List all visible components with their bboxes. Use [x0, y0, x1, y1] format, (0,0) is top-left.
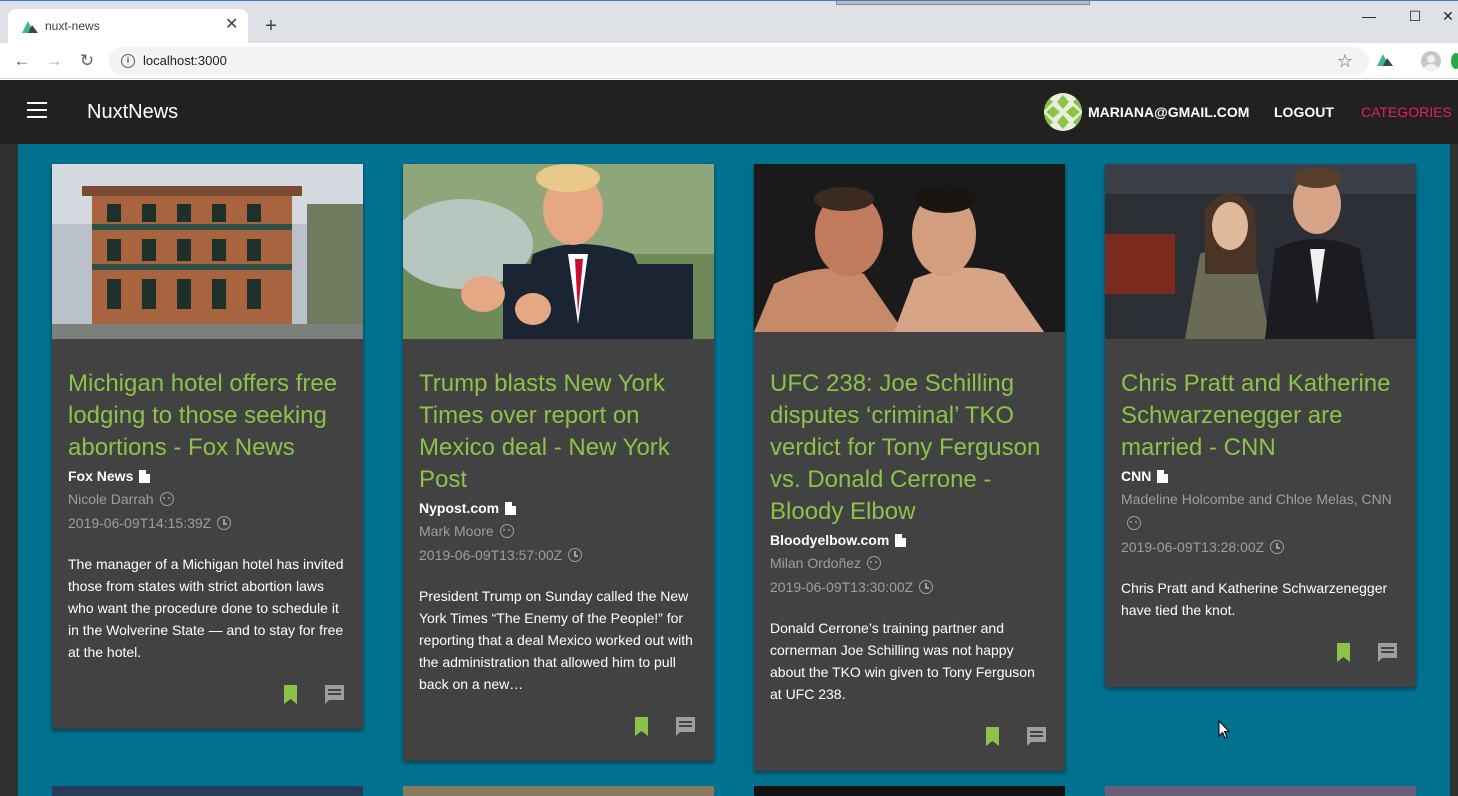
card-actions [403, 695, 714, 761]
article-author: Mark Moore [419, 519, 698, 543]
card-actions [1105, 621, 1416, 687]
article-image-trump[interactable] [393, 164, 714, 339]
user-avatar[interactable] [1044, 93, 1082, 131]
document-icon [1157, 469, 1169, 483]
menu-icon[interactable] [27, 102, 47, 122]
tab-title: nuxt-news [45, 19, 100, 33]
article-description: Donald Cerrone’s training partner and co… [770, 620, 1035, 702]
article-source-text: CNN [1121, 468, 1152, 484]
article-title[interactable]: Chris Pratt and Katherine Schwarzenegger… [1121, 368, 1400, 464]
article-date-text: 2019-06-09T14:15:39Z [68, 515, 212, 531]
article-date: 2019-06-09T14:15:39Z [68, 511, 347, 535]
comment-icon[interactable] [1377, 643, 1398, 663]
bookmark-icon[interactable] [634, 717, 649, 736]
article-date-text: 2019-06-09T13:28:00Z [1121, 539, 1265, 555]
article-source: Fox News [68, 465, 347, 487]
article-image-ufc[interactable] [754, 164, 1065, 339]
user-email[interactable]: MARIANA@GMAIL.COM [1088, 104, 1249, 120]
article-card[interactable]: Michigan hotel offers free lodging to th… [52, 164, 363, 729]
bookmark-icon[interactable] [283, 685, 298, 704]
app-toolbar: NuxtNews MARIANA@GMAIL.COM LOGOUT CATEGO… [0, 80, 1458, 144]
article-card[interactable]: Chris Pratt and Katherine Schwarzenegger… [1105, 164, 1416, 687]
article-card-next-row[interactable] [403, 786, 714, 796]
article-description: Chris Pratt and Katherine Schwarzenegger… [1121, 580, 1388, 618]
window-close-icon[interactable]: ✕ [1438, 6, 1458, 26]
maximize-icon[interactable]: ☐ [1405, 6, 1425, 26]
bookmark-icon[interactable] [985, 727, 1000, 746]
comment-icon[interactable] [324, 685, 345, 705]
site-info-icon[interactable]: i [121, 54, 135, 68]
article-date-text: 2019-06-09T13:57:00Z [419, 547, 563, 563]
tab-close-icon[interactable]: ✕ [225, 15, 238, 35]
app-title: NuxtNews [87, 101, 179, 123]
card-actions [52, 663, 363, 729]
comment-icon[interactable] [675, 717, 696, 737]
address-bar[interactable]: i localhost:3000 ☆ [109, 47, 1369, 75]
mouse-cursor-icon [1218, 720, 1230, 739]
article-title[interactable]: UFC 238: Joe Schilling disputes ‘crimina… [770, 368, 1049, 528]
document-icon [139, 469, 151, 483]
face-icon [1127, 516, 1141, 531]
document-icon [895, 533, 907, 547]
article-author: Milan Ordoñez [770, 551, 1049, 575]
article-date: 2019-06-09T13:28:00Z [1121, 535, 1400, 559]
bookmark-icon[interactable] [1336, 643, 1351, 662]
article-image-hotel[interactable] [52, 164, 363, 339]
article-card-next-row[interactable] [52, 786, 363, 796]
article-date: 2019-06-09T13:57:00Z [419, 543, 698, 567]
back-arrow-icon[interactable]: ← [10, 49, 34, 73]
article-date-text: 2019-06-09T13:30:00Z [770, 579, 914, 595]
face-icon [159, 492, 174, 507]
article-author: Nicole Darrah [68, 487, 347, 511]
article-card[interactable]: Trump blasts New York Times over report … [393, 164, 714, 761]
article-source-text: Nypost.com [419, 500, 500, 516]
browser-tab[interactable]: nuxt-news ✕ [8, 9, 248, 44]
alarm-clock-icon [919, 580, 934, 595]
comment-icon[interactable] [1026, 727, 1047, 747]
browser-menu-icon[interactable] [1451, 53, 1458, 69]
article-card-next-row[interactable] [754, 786, 1065, 796]
nuxt-extension-icon[interactable] [1377, 53, 1393, 67]
article-source-text: Bloodyelbow.com [770, 532, 890, 548]
bookmark-star-icon[interactable]: ☆ [1337, 50, 1353, 72]
article-title[interactable]: Michigan hotel offers free lodging to th… [68, 368, 347, 464]
article-image-premiere[interactable] [1105, 164, 1416, 339]
face-icon [499, 524, 514, 539]
alarm-clock-icon [217, 516, 232, 531]
tab-preview-strip [836, 1, 1090, 5]
browser-toolbar: ← → ↻ i localhost:3000 ☆ [0, 43, 1458, 79]
article-author: Madeline Holcombe and Chloe Melas, CNN [1121, 487, 1400, 535]
article-source: CNN [1121, 465, 1400, 487]
forward-arrow-icon[interactable]: → [42, 49, 66, 73]
article-card-next-row[interactable] [1105, 786, 1416, 796]
article-source: Nypost.com [419, 497, 698, 519]
article-date: 2019-06-09T13:30:00Z [770, 575, 1049, 599]
categories-button[interactable]: CATEGORIES [1361, 104, 1452, 120]
minimize-icon[interactable]: — [1359, 6, 1379, 26]
alarm-clock-icon [1270, 540, 1285, 555]
article-author-text: Nicole Darrah [68, 491, 154, 507]
new-tab-button[interactable]: + [260, 15, 282, 37]
article-description: The manager of a Michigan hotel has invi… [68, 556, 344, 660]
article-card[interactable]: UFC 238: Joe Schilling disputes ‘crimina… [754, 164, 1065, 771]
profile-avatar-icon[interactable] [1421, 51, 1441, 71]
article-author-text: Mark Moore [419, 523, 494, 539]
document-icon [505, 501, 517, 515]
reload-icon[interactable]: ↻ [75, 49, 99, 73]
card-actions [754, 705, 1065, 771]
alarm-clock-icon [568, 548, 583, 563]
article-source-text: Fox News [68, 468, 134, 484]
article-author-text: Madeline Holcombe and Chloe Melas, CNN [1121, 491, 1392, 507]
url-text[interactable]: localhost:3000 [143, 53, 227, 68]
article-author-text: Milan Ordoñez [770, 555, 862, 571]
article-title[interactable]: Trump blasts New York Times over report … [419, 368, 698, 496]
browser-tabstrip: nuxt-news ✕ + — ☐ ✕ [0, 0, 1458, 44]
face-icon [867, 556, 882, 571]
logout-button[interactable]: LOGOUT [1274, 104, 1334, 120]
article-description: President Trump on Sunday called the New… [419, 588, 693, 692]
nuxt-logo-icon [22, 21, 38, 33]
article-source: Bloodyelbow.com [770, 529, 1049, 551]
